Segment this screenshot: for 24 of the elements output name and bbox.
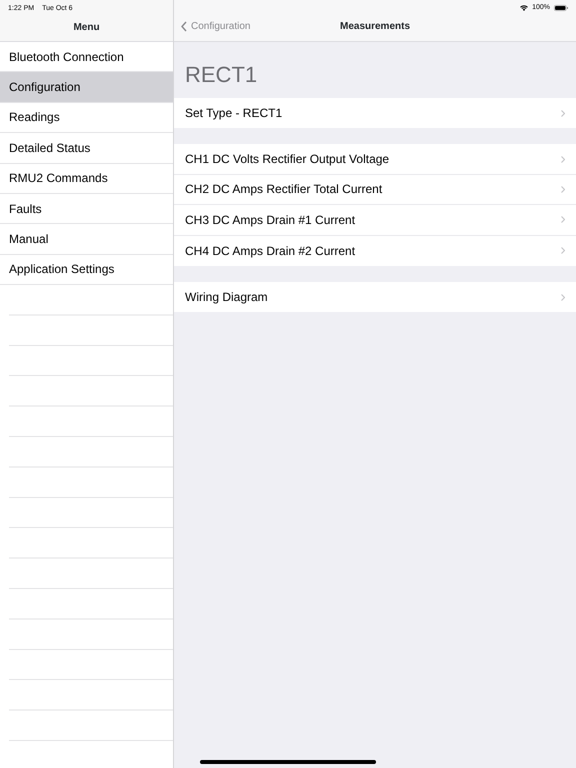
sidebar-item[interactable]: Manual <box>0 224 173 255</box>
list-row[interactable]: Set Type - RECT1 <box>174 98 576 128</box>
list-row[interactable]: CH1 DC Volts Rectifier Output Voltage <box>174 144 576 175</box>
sidebar-item[interactable]: Configuration <box>0 72 173 103</box>
chevron-right-icon <box>561 247 565 254</box>
chevron-right-icon <box>561 216 565 224</box>
chevron-right-icon <box>561 186 565 193</box>
sidebar-item[interactable]: Detailed Status <box>0 133 173 164</box>
list-row[interactable]: Wiring Diagram <box>174 282 576 312</box>
list-row[interactable]: CH4 DC Amps Drain #2 Current <box>174 236 576 266</box>
list-row[interactable]: CH3 DC Amps Drain #1 Current <box>174 205 576 236</box>
list-row[interactable]: CH2 DC Amps Rectifier Total Current <box>174 174 576 206</box>
chevron-right-icon <box>561 156 565 163</box>
chevron-right-icon <box>561 294 565 301</box>
chevron-right-icon <box>561 110 565 117</box>
wifi-icon <box>520 5 528 11</box>
chevron-left-icon <box>181 21 187 32</box>
sidebar-item[interactable]: Readings <box>0 102 173 134</box>
sidebar-item[interactable]: RMU2 Commands <box>0 164 173 194</box>
page-heading: RECT1 <box>184 61 258 89</box>
battery-icon <box>554 5 568 11</box>
nav-title: Measurements <box>340 20 410 34</box>
sidebar-item[interactable]: Faults <box>0 194 173 224</box>
sidebar-title: Menu <box>73 21 100 36</box>
